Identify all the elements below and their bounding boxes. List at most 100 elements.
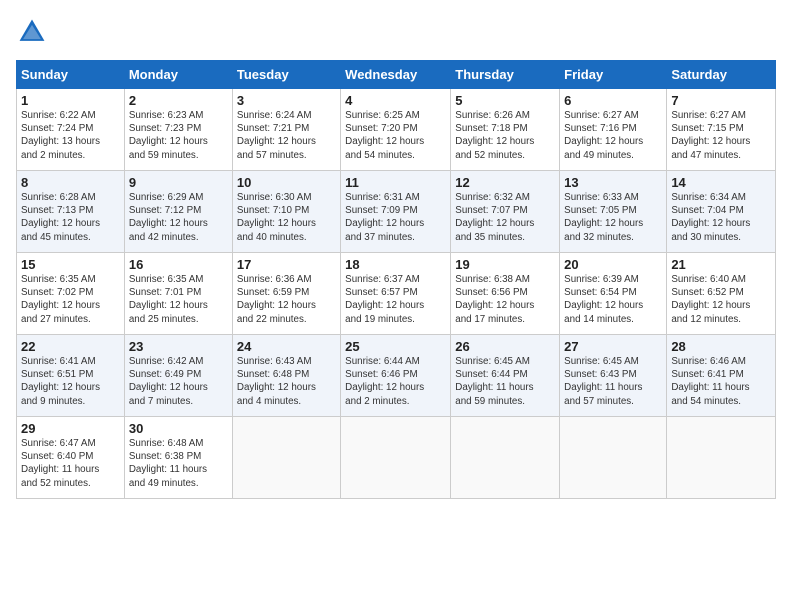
calendar-cell [232,417,340,499]
day-info: Sunrise: 6:35 AM Sunset: 7:02 PM Dayligh… [21,273,120,326]
day-info: Sunrise: 6:29 AM Sunset: 7:12 PM Dayligh… [129,191,228,244]
day-number: 2 [129,93,228,108]
calendar-cell: 18Sunrise: 6:37 AM Sunset: 6:57 PM Dayli… [341,253,451,335]
calendar-cell: 26Sunrise: 6:45 AM Sunset: 6:44 PM Dayli… [451,335,560,417]
calendar-cell: 11Sunrise: 6:31 AM Sunset: 7:09 PM Dayli… [341,171,451,253]
weekday-header-wednesday: Wednesday [341,61,451,89]
day-number: 15 [21,257,120,272]
day-number: 19 [455,257,555,272]
calendar-cell: 4Sunrise: 6:25 AM Sunset: 7:20 PM Daylig… [341,89,451,171]
logo [16,16,52,48]
calendar-cell [667,417,776,499]
weekday-header-sunday: Sunday [17,61,125,89]
day-info: Sunrise: 6:32 AM Sunset: 7:07 PM Dayligh… [455,191,555,244]
calendar-cell: 22Sunrise: 6:41 AM Sunset: 6:51 PM Dayli… [17,335,125,417]
day-number: 30 [129,421,228,436]
day-info: Sunrise: 6:46 AM Sunset: 6:41 PM Dayligh… [671,355,771,408]
day-number: 12 [455,175,555,190]
weekday-header-tuesday: Tuesday [232,61,340,89]
day-number: 14 [671,175,771,190]
day-number: 24 [237,339,336,354]
calendar-cell: 30Sunrise: 6:48 AM Sunset: 6:38 PM Dayli… [124,417,232,499]
day-info: Sunrise: 6:44 AM Sunset: 6:46 PM Dayligh… [345,355,446,408]
calendar-cell: 29Sunrise: 6:47 AM Sunset: 6:40 PM Dayli… [17,417,125,499]
day-number: 11 [345,175,446,190]
day-number: 17 [237,257,336,272]
day-number: 26 [455,339,555,354]
day-info: Sunrise: 6:27 AM Sunset: 7:16 PM Dayligh… [564,109,662,162]
day-number: 27 [564,339,662,354]
calendar-cell: 16Sunrise: 6:35 AM Sunset: 7:01 PM Dayli… [124,253,232,335]
day-info: Sunrise: 6:35 AM Sunset: 7:01 PM Dayligh… [129,273,228,326]
day-info: Sunrise: 6:42 AM Sunset: 6:49 PM Dayligh… [129,355,228,408]
page-container: SundayMondayTuesdayWednesdayThursdayFrid… [0,0,792,507]
day-number: 6 [564,93,662,108]
calendar-cell [560,417,667,499]
day-number: 3 [237,93,336,108]
calendar-cell: 23Sunrise: 6:42 AM Sunset: 6:49 PM Dayli… [124,335,232,417]
calendar-cell: 9Sunrise: 6:29 AM Sunset: 7:12 PM Daylig… [124,171,232,253]
calendar-cell: 5Sunrise: 6:26 AM Sunset: 7:18 PM Daylig… [451,89,560,171]
calendar-cell: 24Sunrise: 6:43 AM Sunset: 6:48 PM Dayli… [232,335,340,417]
day-number: 20 [564,257,662,272]
calendar-cell: 1Sunrise: 6:22 AM Sunset: 7:24 PM Daylig… [17,89,125,171]
weekday-header-row: SundayMondayTuesdayWednesdayThursdayFrid… [17,61,776,89]
day-info: Sunrise: 6:23 AM Sunset: 7:23 PM Dayligh… [129,109,228,162]
calendar-cell: 15Sunrise: 6:35 AM Sunset: 7:02 PM Dayli… [17,253,125,335]
day-info: Sunrise: 6:27 AM Sunset: 7:15 PM Dayligh… [671,109,771,162]
header [16,16,776,48]
calendar-week-row: 8Sunrise: 6:28 AM Sunset: 7:13 PM Daylig… [17,171,776,253]
day-number: 21 [671,257,771,272]
day-number: 18 [345,257,446,272]
day-info: Sunrise: 6:37 AM Sunset: 6:57 PM Dayligh… [345,273,446,326]
calendar-cell: 7Sunrise: 6:27 AM Sunset: 7:15 PM Daylig… [667,89,776,171]
day-info: Sunrise: 6:41 AM Sunset: 6:51 PM Dayligh… [21,355,120,408]
calendar-week-row: 1Sunrise: 6:22 AM Sunset: 7:24 PM Daylig… [17,89,776,171]
calendar-cell: 28Sunrise: 6:46 AM Sunset: 6:41 PM Dayli… [667,335,776,417]
day-info: Sunrise: 6:45 AM Sunset: 6:44 PM Dayligh… [455,355,555,408]
day-number: 22 [21,339,120,354]
day-number: 8 [21,175,120,190]
day-info: Sunrise: 6:25 AM Sunset: 7:20 PM Dayligh… [345,109,446,162]
logo-icon [16,16,48,48]
calendar-cell: 8Sunrise: 6:28 AM Sunset: 7:13 PM Daylig… [17,171,125,253]
calendar-cell: 21Sunrise: 6:40 AM Sunset: 6:52 PM Dayli… [667,253,776,335]
day-number: 5 [455,93,555,108]
day-info: Sunrise: 6:26 AM Sunset: 7:18 PM Dayligh… [455,109,555,162]
calendar-cell: 13Sunrise: 6:33 AM Sunset: 7:05 PM Dayli… [560,171,667,253]
weekday-header-monday: Monday [124,61,232,89]
calendar-week-row: 22Sunrise: 6:41 AM Sunset: 6:51 PM Dayli… [17,335,776,417]
calendar-cell: 10Sunrise: 6:30 AM Sunset: 7:10 PM Dayli… [232,171,340,253]
weekday-header-thursday: Thursday [451,61,560,89]
day-info: Sunrise: 6:28 AM Sunset: 7:13 PM Dayligh… [21,191,120,244]
day-info: Sunrise: 6:47 AM Sunset: 6:40 PM Dayligh… [21,437,120,490]
day-number: 28 [671,339,771,354]
day-info: Sunrise: 6:31 AM Sunset: 7:09 PM Dayligh… [345,191,446,244]
calendar-cell: 14Sunrise: 6:34 AM Sunset: 7:04 PM Dayli… [667,171,776,253]
weekday-header-friday: Friday [560,61,667,89]
day-info: Sunrise: 6:34 AM Sunset: 7:04 PM Dayligh… [671,191,771,244]
day-number: 1 [21,93,120,108]
day-number: 7 [671,93,771,108]
calendar-cell: 19Sunrise: 6:38 AM Sunset: 6:56 PM Dayli… [451,253,560,335]
day-number: 29 [21,421,120,436]
day-info: Sunrise: 6:40 AM Sunset: 6:52 PM Dayligh… [671,273,771,326]
calendar-cell: 12Sunrise: 6:32 AM Sunset: 7:07 PM Dayli… [451,171,560,253]
day-info: Sunrise: 6:30 AM Sunset: 7:10 PM Dayligh… [237,191,336,244]
calendar-cell: 3Sunrise: 6:24 AM Sunset: 7:21 PM Daylig… [232,89,340,171]
calendar-cell: 20Sunrise: 6:39 AM Sunset: 6:54 PM Dayli… [560,253,667,335]
day-info: Sunrise: 6:36 AM Sunset: 6:59 PM Dayligh… [237,273,336,326]
day-info: Sunrise: 6:39 AM Sunset: 6:54 PM Dayligh… [564,273,662,326]
day-info: Sunrise: 6:43 AM Sunset: 6:48 PM Dayligh… [237,355,336,408]
calendar-cell: 6Sunrise: 6:27 AM Sunset: 7:16 PM Daylig… [560,89,667,171]
calendar-cell: 25Sunrise: 6:44 AM Sunset: 6:46 PM Dayli… [341,335,451,417]
day-number: 10 [237,175,336,190]
day-info: Sunrise: 6:48 AM Sunset: 6:38 PM Dayligh… [129,437,228,490]
day-info: Sunrise: 6:22 AM Sunset: 7:24 PM Dayligh… [21,109,120,162]
weekday-header-saturday: Saturday [667,61,776,89]
day-number: 4 [345,93,446,108]
day-number: 25 [345,339,446,354]
calendar-cell [341,417,451,499]
calendar-week-row: 29Sunrise: 6:47 AM Sunset: 6:40 PM Dayli… [17,417,776,499]
day-info: Sunrise: 6:45 AM Sunset: 6:43 PM Dayligh… [564,355,662,408]
